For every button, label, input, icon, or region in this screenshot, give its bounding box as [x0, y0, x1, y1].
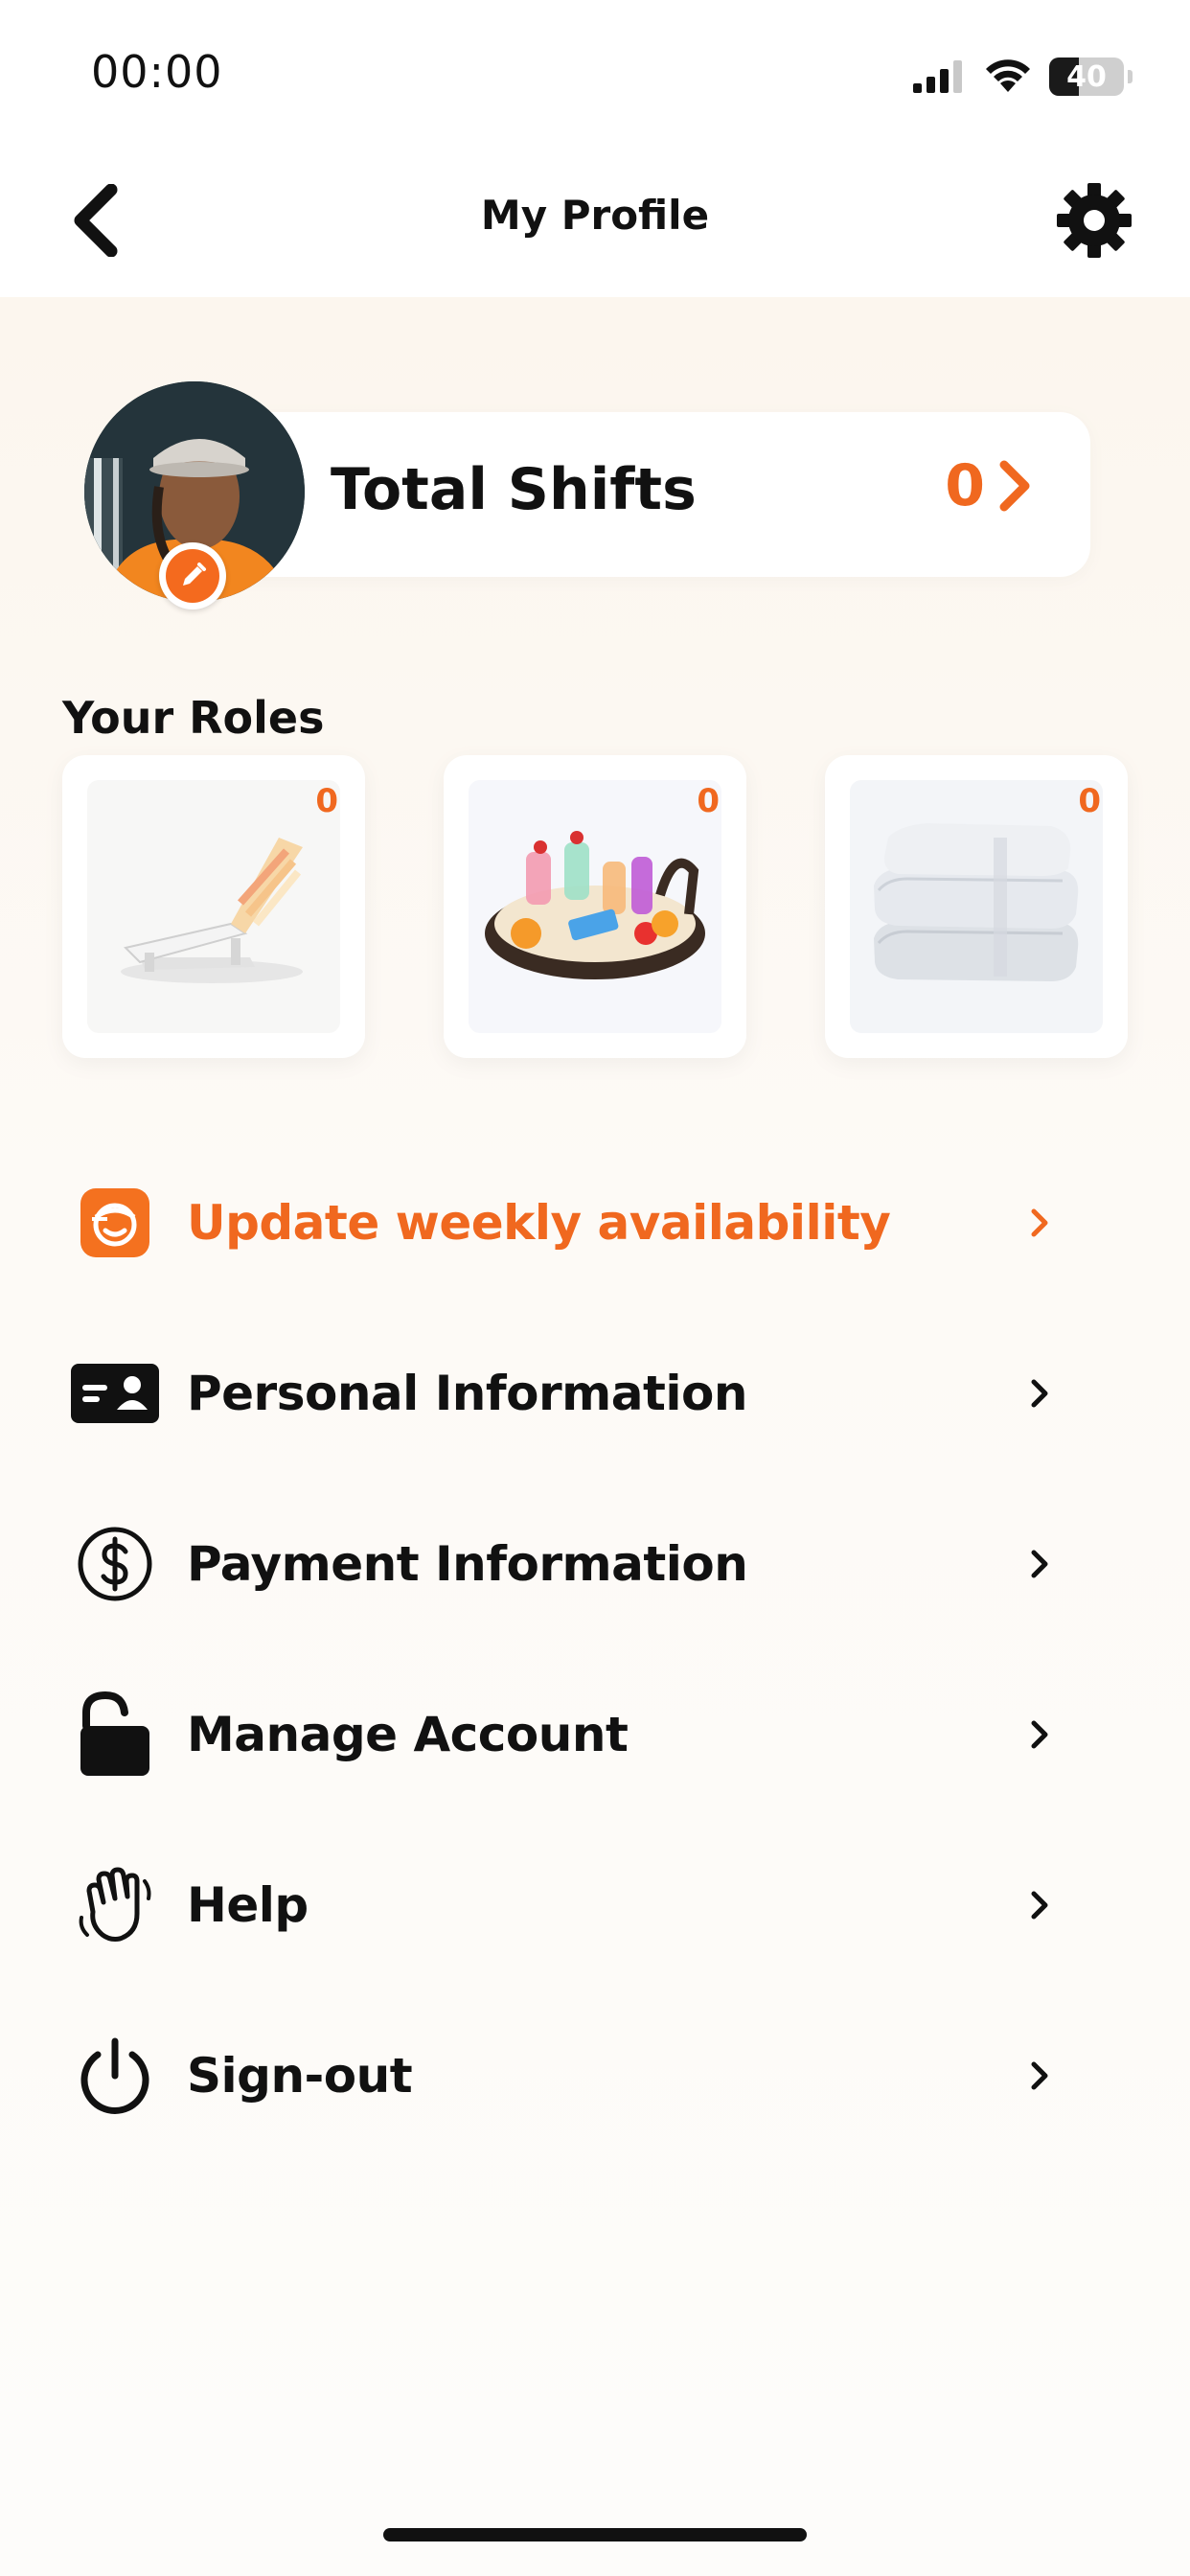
lounge-chair-image	[121, 838, 303, 983]
status-time: 00:00	[91, 46, 223, 98]
chevron-right-icon	[1011, 1706, 1068, 1763]
total-shifts-card[interactable]: Total Shifts 0	[177, 412, 1090, 577]
availability-icon	[62, 1170, 168, 1276]
menu-label-payment-information: Payment Information	[187, 1536, 748, 1592]
chevron-right-icon	[999, 460, 1030, 512]
chevron-right-icon	[1011, 1365, 1068, 1422]
menu-label-help: Help	[187, 1877, 309, 1933]
gear-icon	[1057, 183, 1132, 258]
role-card-towels[interactable]: 0	[825, 755, 1128, 1058]
role-card-drinks-tray[interactable]: 0	[444, 755, 746, 1058]
page-title: My Profile	[480, 192, 710, 239]
status-icons: 40	[913, 53, 1133, 101]
menu-item-sign-out[interactable]: Sign-out	[62, 2023, 1068, 2128]
total-shifts-label: Total Shifts	[331, 456, 697, 523]
pencil-icon	[183, 563, 206, 586]
towels-image	[874, 823, 1079, 981]
chevron-right-icon	[1011, 2047, 1068, 2104]
profile-content: Total Shifts 0 Your Roles 0 0 0 Update w…	[0, 297, 1190, 2576]
chevron-right-icon	[1011, 1876, 1068, 1934]
role-card-lounge-chair[interactable]: 0	[62, 755, 365, 1058]
battery-nub	[1128, 70, 1133, 83]
menu-item-update-availability[interactable]: Update weekly availability	[62, 1170, 1068, 1276]
menu-label-personal-information: Personal Information	[187, 1366, 748, 1421]
status-bar: 00:00 40	[0, 0, 1190, 144]
home-indicator[interactable]	[383, 2528, 807, 2542]
unlock-icon	[62, 1682, 168, 1787]
power-icon	[62, 2023, 168, 2128]
menu-item-manage-account[interactable]: Manage Account	[62, 1682, 1068, 1787]
chevron-right-icon	[1011, 1535, 1068, 1593]
total-shifts-count: 0	[945, 452, 985, 519]
menu-label-manage-account: Manage Account	[187, 1707, 629, 1762]
role-image-frame	[469, 780, 721, 1033]
battery-icon: 40	[1049, 58, 1124, 96]
settings-button[interactable]	[1051, 177, 1137, 264]
battery-level-text: 40	[1066, 59, 1107, 94]
nav-bar: My Profile	[0, 144, 1190, 297]
wifi-icon	[986, 59, 1030, 92]
waving-hand-icon	[62, 1852, 168, 1958]
menu-label-sign-out: Sign-out	[187, 2048, 413, 2104]
role-count: 0	[697, 782, 720, 820]
edit-avatar-badge	[166, 549, 219, 603]
dollar-circle-icon	[62, 1511, 168, 1617]
id-card-icon	[62, 1341, 168, 1446]
drinks-tray-image	[485, 831, 705, 979]
role-count: 0	[1078, 782, 1101, 820]
menu-item-help[interactable]: Help	[62, 1852, 1068, 1958]
total-shifts-count-group: 0	[945, 452, 1033, 519]
menu-item-payment-information[interactable]: Payment Information	[62, 1511, 1068, 1617]
avatar-wrap	[84, 381, 305, 610]
role-image-frame	[87, 780, 340, 1033]
cellular-signal-icon	[913, 60, 962, 93]
chevron-right-icon	[1011, 1194, 1068, 1252]
menu-item-personal-information[interactable]: Personal Information	[62, 1341, 1068, 1446]
edit-avatar-button[interactable]	[159, 542, 226, 610]
roles-title: Your Roles	[62, 692, 325, 744]
role-count: 0	[315, 782, 338, 820]
role-image-frame	[850, 780, 1103, 1033]
menu-label-update-availability: Update weekly availability	[187, 1195, 891, 1251]
